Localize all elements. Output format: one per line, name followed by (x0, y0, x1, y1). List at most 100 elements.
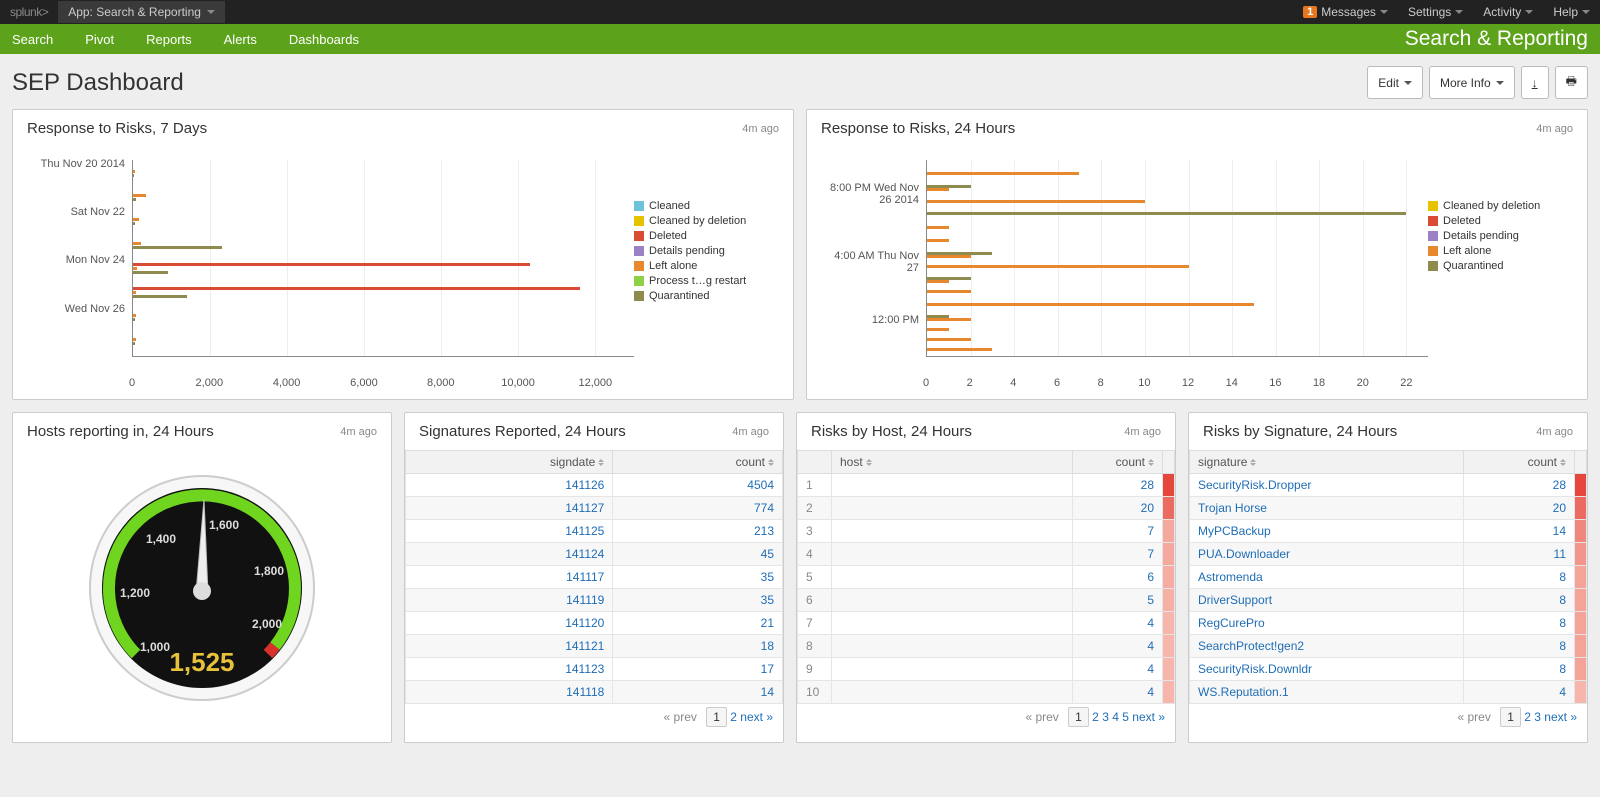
pager-page[interactable]: 1 (706, 707, 727, 727)
table-row[interactable]: 104 (798, 681, 1175, 704)
app-selector[interactable]: App: Search & Reporting (58, 1, 225, 23)
table-row[interactable]: 65 (798, 589, 1175, 612)
cell-link[interactable]: 213 (754, 524, 774, 538)
th[interactable]: host (832, 451, 1073, 474)
cell-link[interactable]: SecurityRisk.Dropper (1198, 478, 1311, 492)
cell-link[interactable]: 5 (1147, 593, 1154, 607)
table-row[interactable]: SecurityRisk.Downldr 8 (1190, 658, 1587, 681)
table-row[interactable]: MyPCBackup 14 (1190, 520, 1587, 543)
chart-7days[interactable]: Thu Nov 20 2014 Sat Nov 22 Mon Nov 24 We… (27, 155, 634, 385)
table-row[interactable]: 141126 4504 (406, 474, 783, 497)
table-row[interactable]: 141121 18 (406, 635, 783, 658)
chart-24hours[interactable]: 8:00 PM Wed Nov 26 2014 4:00 AM Thu Nov … (821, 155, 1428, 385)
cell-link[interactable]: 4 (1147, 685, 1154, 699)
cell-link[interactable]: 141125 (565, 524, 604, 538)
table-row[interactable]: WS.Reputation.1 4 (1190, 681, 1587, 704)
cell-link[interactable]: 20 (1553, 501, 1566, 515)
cell-link[interactable]: 35 (761, 593, 774, 607)
cell-link[interactable]: 6 (1147, 570, 1154, 584)
cell-link[interactable]: MyPCBackup (1198, 524, 1271, 538)
help-menu[interactable]: Help (1543, 5, 1600, 19)
nav-alerts[interactable]: Alerts (208, 32, 273, 47)
messages-menu[interactable]: 1 Messages (1293, 5, 1398, 19)
cell-link[interactable]: SearchProtect!gen2 (1198, 639, 1304, 653)
table-row[interactable]: 128 (798, 474, 1175, 497)
pager-page[interactable]: 1 (1500, 707, 1521, 727)
activity-menu[interactable]: Activity (1473, 5, 1543, 19)
table-row[interactable]: Trojan Horse20 (1190, 497, 1587, 520)
pager-page[interactable]: 2 (730, 710, 737, 724)
edit-button[interactable]: Edit (1367, 66, 1423, 99)
cell-link[interactable]: 8 (1559, 662, 1566, 676)
table-row[interactable]: 56 (798, 566, 1175, 589)
table-row[interactable]: 141117 35 (406, 566, 783, 589)
more-info-button[interactable]: More Info (1429, 66, 1515, 99)
cell-link[interactable]: 774 (754, 501, 774, 515)
cell-link[interactable]: 141124 (565, 547, 604, 561)
cell-link[interactable]: 7 (1147, 524, 1154, 538)
cell-link[interactable]: 7 (1147, 547, 1154, 561)
settings-menu[interactable]: Settings (1398, 5, 1473, 19)
cell-link[interactable]: 8 (1559, 593, 1566, 607)
cell-link[interactable]: PUA.Downloader (1198, 547, 1290, 561)
table-row[interactable]: 141127 774 (406, 497, 783, 520)
cell-link[interactable]: 14 (1553, 524, 1566, 538)
pager-page[interactable]: 1 (1068, 707, 1089, 727)
pager-page[interactable]: 2 (1092, 710, 1099, 724)
table-row[interactable]: 141125 213 (406, 520, 783, 543)
cell-link[interactable]: SecurityRisk.Downldr (1198, 662, 1312, 676)
th[interactable]: count (1463, 451, 1574, 474)
cell-link[interactable]: 4504 (747, 478, 774, 492)
cell-link[interactable]: 141121 (565, 639, 604, 653)
table-row[interactable]: Astromenda8 (1190, 566, 1587, 589)
pager-page[interactable]: 5 (1122, 710, 1129, 724)
table-row[interactable]: 94 (798, 658, 1175, 681)
cell-link[interactable]: 8 (1559, 616, 1566, 630)
pager-page[interactable]: 3 (1534, 710, 1541, 724)
cell-link[interactable]: 4 (1147, 616, 1154, 630)
th[interactable] (798, 451, 832, 474)
gauge[interactable]: 1,000 1,200 1,400 1,600 1,800 2,000 1,52… (77, 463, 327, 713)
pager-page[interactable]: 2 (1524, 710, 1531, 724)
table-row[interactable]: PUA.Downloader 11 (1190, 543, 1587, 566)
nav-pivot[interactable]: Pivot (69, 32, 130, 47)
pager-next[interactable]: next » (740, 710, 773, 724)
cell-link[interactable]: 21 (761, 616, 774, 630)
th[interactable]: signdate (406, 451, 613, 474)
pager-page[interactable]: 4 (1112, 710, 1119, 724)
cell-link[interactable]: 141127 (565, 501, 604, 515)
cell-link[interactable]: 28 (1553, 478, 1566, 492)
pager-next[interactable]: next » (1132, 710, 1165, 724)
table-row[interactable]: 141118 14 (406, 681, 783, 704)
cell-link[interactable]: 8 (1559, 639, 1566, 653)
table-row[interactable]: DriverSupport8 (1190, 589, 1587, 612)
cell-link[interactable]: 11 (1554, 547, 1566, 561)
cell-link[interactable]: 141126 (565, 478, 604, 492)
cell-link[interactable]: 4 (1147, 639, 1154, 653)
table-row[interactable]: 141123 17 (406, 658, 783, 681)
table-row[interactable]: 141124 45 (406, 543, 783, 566)
pager-page[interactable]: 3 (1102, 710, 1109, 724)
nav-reports[interactable]: Reports (130, 32, 208, 47)
cell-link[interactable]: 4 (1559, 685, 1566, 699)
cell-link[interactable]: 141117 (566, 570, 604, 584)
cell-link[interactable]: 35 (761, 570, 774, 584)
print-button[interactable]: 🖶 (1555, 66, 1588, 99)
table-row[interactable]: SearchProtect!gen2 8 (1190, 635, 1587, 658)
th[interactable]: signature (1190, 451, 1464, 474)
nav-search[interactable]: Search (12, 32, 69, 47)
table-row[interactable]: 84 (798, 635, 1175, 658)
cell-link[interactable]: WS.Reputation.1 (1198, 685, 1289, 699)
cell-link[interactable]: 18 (761, 639, 774, 653)
cell-link[interactable]: 17 (761, 662, 774, 676)
table-row[interactable]: 14112021 (406, 612, 783, 635)
cell-link[interactable]: 141118 (566, 685, 604, 699)
cell-link[interactable]: RegCurePro (1198, 616, 1265, 630)
cell-link[interactable]: 4 (1147, 662, 1154, 676)
cell-link[interactable]: 45 (761, 547, 774, 561)
cell-link[interactable]: 14 (761, 685, 774, 699)
cell-link[interactable]: 141123 (565, 662, 604, 676)
cell-link[interactable]: 28 (1141, 478, 1154, 492)
table-row[interactable]: 74 (798, 612, 1175, 635)
table-row[interactable]: 37 (798, 520, 1175, 543)
